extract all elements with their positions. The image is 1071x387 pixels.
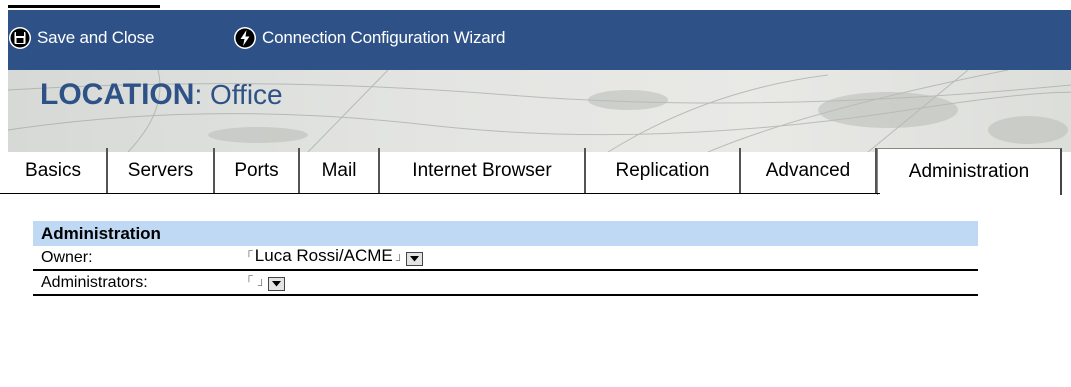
administrators-field[interactable]: ┌ ┘ <box>245 270 285 292</box>
administrators-dropdown-button[interactable] <box>267 277 285 291</box>
title-separator: : <box>194 79 210 110</box>
tab-advanced[interactable]: Advanced <box>741 148 877 193</box>
tab-strip: Basics Servers Ports Mail Internet Brows… <box>0 148 1071 195</box>
field-start-bracket-icon: ┌ <box>245 244 253 257</box>
tab-replication[interactable]: Replication <box>586 148 741 193</box>
administrators-row: Administrators: ┌ ┘ <box>33 270 978 296</box>
lightning-icon <box>233 26 257 50</box>
section-title: Administration <box>41 224 161 243</box>
tab-baseline <box>0 193 880 194</box>
connection-wizard-label: Connection Configuration Wizard <box>262 28 506 47</box>
tab-label: Advanced <box>765 159 851 181</box>
tab-label: Mail <box>321 159 357 181</box>
field-end-bracket-icon: ┘ <box>257 279 266 292</box>
tab-label: Basics <box>25 159 81 181</box>
administrators-label: Administrators: <box>41 274 148 291</box>
doc-name-label: Office <box>210 79 283 110</box>
owner-label: Owner: <box>41 249 93 266</box>
tab-administration[interactable]: Administration <box>877 148 1062 195</box>
window-top-strip <box>0 0 1071 10</box>
header-banner: LOCATION: Office <box>8 70 1071 152</box>
tab-label: Replication <box>615 159 710 181</box>
field-end-bracket-icon: ┘ <box>395 254 404 267</box>
tab-internet-browser[interactable]: Internet Browser <box>380 148 586 193</box>
tab-mail[interactable]: Mail <box>300 148 380 193</box>
save-and-close-label: Save and Close <box>37 28 155 47</box>
section-header-administration: Administration <box>33 221 978 246</box>
action-bar: Save and Close Connection Configuration … <box>8 10 1071 70</box>
tab-servers[interactable]: Servers <box>108 148 215 193</box>
owner-row: Owner: ┌ Luca Rossi/ACME ┘ <box>33 245 978 271</box>
tab-label: Internet Browser <box>412 159 552 181</box>
chevron-down-icon <box>271 281 281 287</box>
owner-dropdown-button[interactable] <box>405 252 423 266</box>
top-left-frame <box>8 0 160 8</box>
owner-value[interactable]: Luca Rossi/ACME <box>255 246 393 266</box>
doc-type-label: LOCATION <box>40 78 195 111</box>
chevron-down-icon <box>409 256 419 262</box>
owner-field[interactable]: ┌ Luca Rossi/ACME ┘ <box>245 245 423 267</box>
tab-basics[interactable]: Basics <box>0 148 108 193</box>
tab-ports[interactable]: Ports <box>215 148 300 193</box>
save-and-close-button[interactable]: Save and Close <box>8 24 154 52</box>
connection-wizard-button[interactable]: Connection Configuration Wizard <box>233 24 505 52</box>
page-title: LOCATION: Office <box>40 78 283 112</box>
tab-label: Ports <box>234 159 279 181</box>
save-disk-icon <box>8 26 32 50</box>
field-start-bracket-icon: ┌ <box>245 269 253 282</box>
tab-label: Servers <box>127 159 194 181</box>
tab-label: Administration <box>908 161 1030 182</box>
